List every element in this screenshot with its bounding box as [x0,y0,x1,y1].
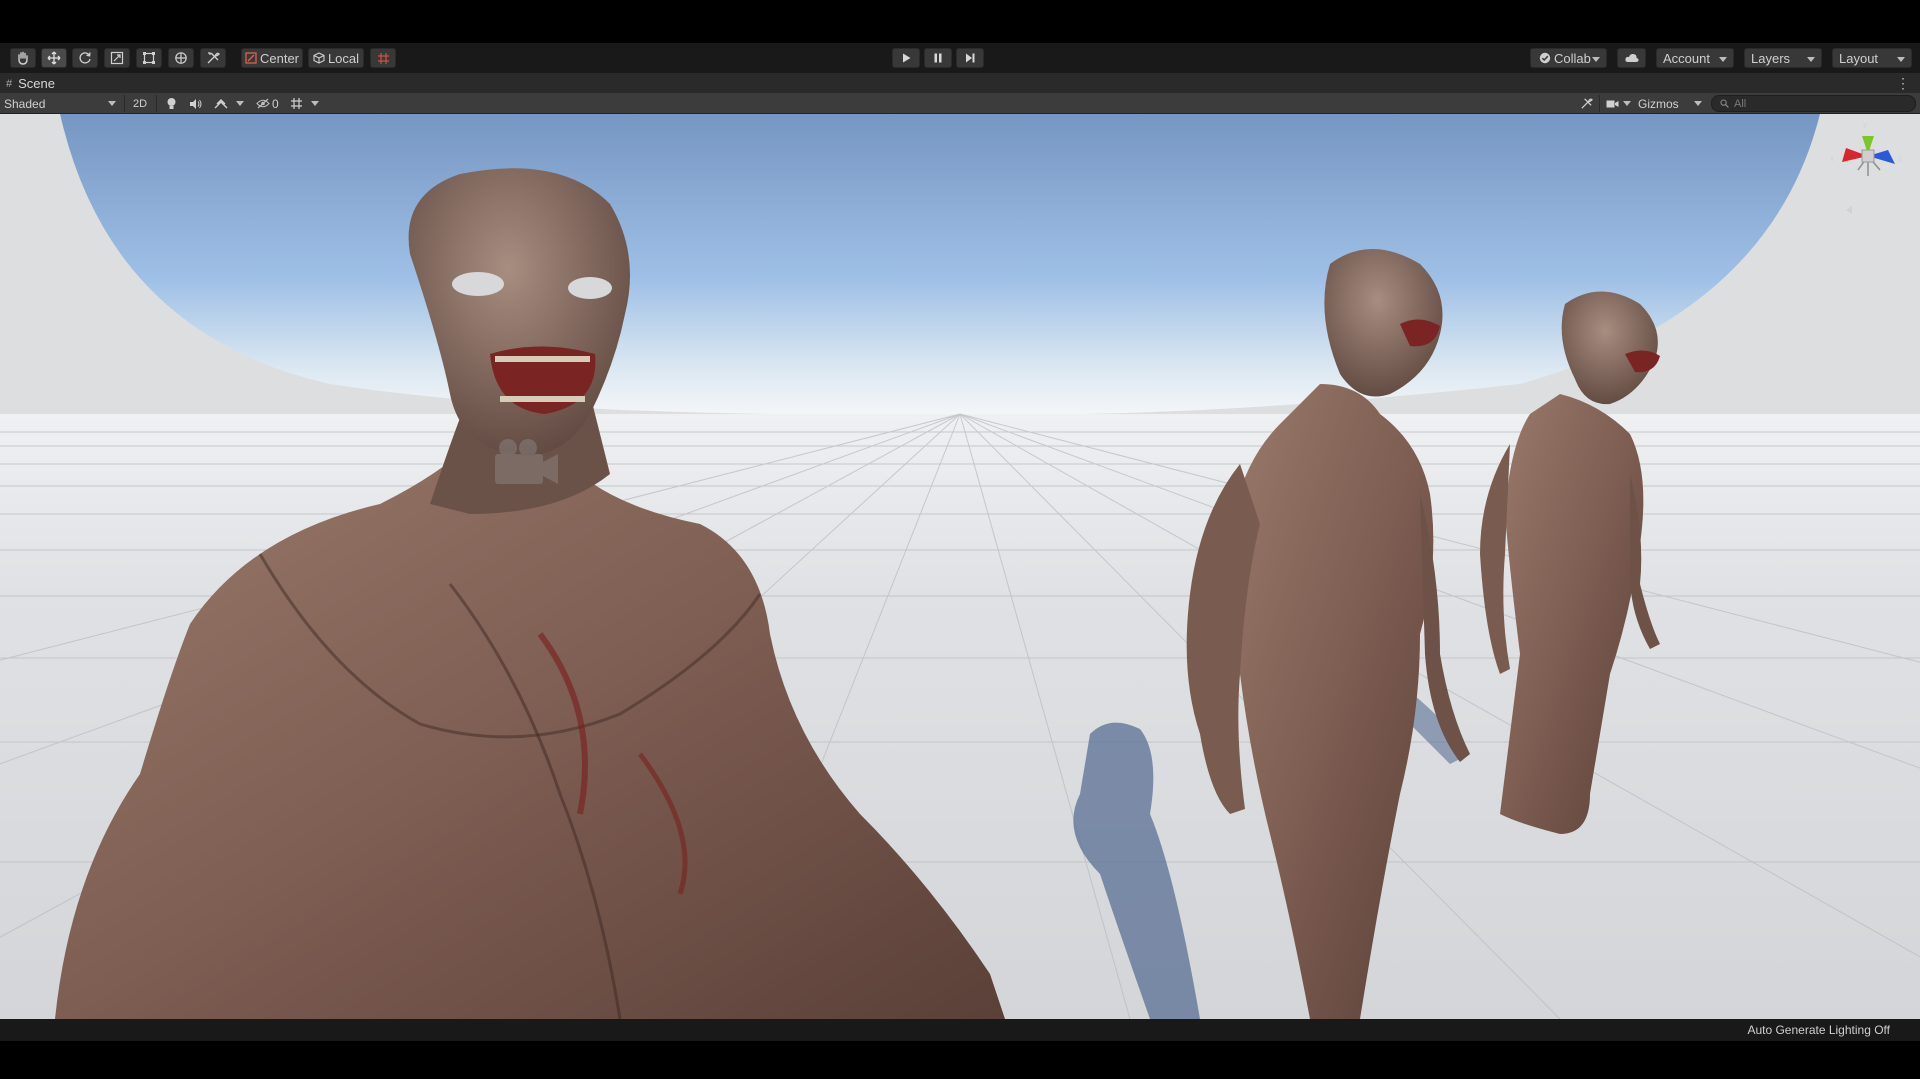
draw-mode-dropdown[interactable]: Shaded [4,94,120,113]
grid-snap-icon [377,52,389,64]
status-bar: Auto Generate Lighting Off [0,1019,1920,1041]
pause-button[interactable] [924,48,952,68]
rotate-tool-button[interactable] [72,48,98,68]
gizmos-label: Gizmos [1638,96,1679,111]
toggle-2d-label: 2D [132,97,148,110]
scene-search-input[interactable]: All [1711,95,1916,112]
collab-dropdown[interactable]: Collab [1530,48,1607,68]
search-placeholder: All [1734,97,1747,110]
chevron-down-icon [1694,101,1702,106]
lighting-status[interactable]: Auto Generate Lighting Off [1747,1023,1890,1037]
divider [156,95,157,112]
tab-scene[interactable]: # Scene [6,74,55,93]
toggle-2d-button[interactable]: 2D [129,94,151,113]
layers-label: Layers [1751,50,1791,66]
collab-label: Collab [1554,50,1591,66]
hidden-objects-toggle[interactable]: 0 [256,94,284,113]
speaker-icon [189,98,201,109]
chevron-down-icon [311,101,319,106]
eye-slash-icon [256,98,270,109]
cloud-button[interactable] [1617,48,1646,68]
transform-icon [175,52,187,64]
letterbox-bottom [0,1041,1920,1079]
grid-icon [291,98,302,109]
axis-x-label: x [1830,154,1834,163]
scene-tools-button[interactable] [1578,94,1594,113]
divider [124,95,125,112]
pivot-rotation-button[interactable]: Local [308,48,364,68]
pivot-mode-label: Center [259,50,300,66]
pivot-rotation-label: Local [327,50,360,66]
scene-tab-bar: # Scene ⋮ [0,73,1920,93]
layout-label: Layout [1839,50,1879,66]
effects-icon [214,98,228,108]
pause-icon [934,53,942,63]
hash-icon: # [6,77,13,90]
rect-icon [143,52,155,64]
custom-tool-button[interactable] [200,48,226,68]
snap-grid-button[interactable] [370,48,396,68]
hand-icon [18,51,28,65]
effects-dropdown[interactable] [214,94,250,113]
pivot-center-icon [245,52,257,64]
axis-z-label: z [1898,155,1902,164]
divider [1599,95,1600,112]
draw-mode-label: Shaded [4,96,46,111]
letterbox-top [0,0,1920,43]
search-icon [1720,99,1729,108]
chevron-down-icon [1897,57,1905,62]
step-button[interactable] [956,48,984,68]
tools-icon [207,52,220,64]
rect-tool-button[interactable] [136,48,162,68]
transform-tool-button[interactable] [168,48,194,68]
grid-dropdown[interactable] [290,94,326,113]
sky [60,114,1820,415]
scale-tool-button[interactable] [104,48,130,68]
scene-render: y x z [0,114,1920,1019]
scene-viewport[interactable]: y x z [0,114,1920,1019]
account-label: Account [1663,50,1710,66]
layers-dropdown[interactable]: Layers [1744,48,1822,68]
more-options-icon[interactable]: ⋮ [1896,76,1910,90]
hand-tool-button[interactable] [10,48,36,68]
check-circle-icon [1539,52,1551,64]
chevron-down-icon [108,101,116,106]
move-icon [47,51,61,65]
chevron-down-icon [236,101,244,106]
lightbulb-icon [167,98,175,109]
cloud-icon [1624,53,1639,62]
pivot-mode-button[interactable]: Center [241,48,303,68]
main-toolbar: Center Local Collab Account Layers Layou… [0,43,1920,73]
account-dropdown[interactable]: Account [1656,48,1734,68]
axis-y-label: y [1863,120,1867,129]
play-button[interactable] [892,48,920,68]
scene-toolbar: Shaded 2D 0 Gizmos All [0,93,1920,114]
rotate-icon [79,52,91,64]
scene-tab-label: Scene [18,76,55,91]
move-tool-button[interactable] [41,48,67,68]
tools-icon [1580,98,1593,109]
play-icon [903,53,911,63]
layout-dropdown[interactable]: Layout [1832,48,1912,68]
cube-icon [313,52,325,64]
scale-icon [110,51,124,65]
audio-toggle[interactable] [186,94,204,113]
gizmos-dropdown[interactable]: Gizmos [1638,94,1704,113]
chevron-down-icon [1719,57,1727,62]
camera-dropdown[interactable] [1606,94,1634,113]
lighting-toggle[interactable] [162,94,180,113]
step-icon [966,53,975,63]
chevron-down-icon [1807,57,1815,62]
chevron-down-icon [1592,57,1600,62]
chevron-down-icon [1623,101,1631,106]
hidden-count: 0 [272,96,279,111]
camera-icon [1606,100,1619,107]
